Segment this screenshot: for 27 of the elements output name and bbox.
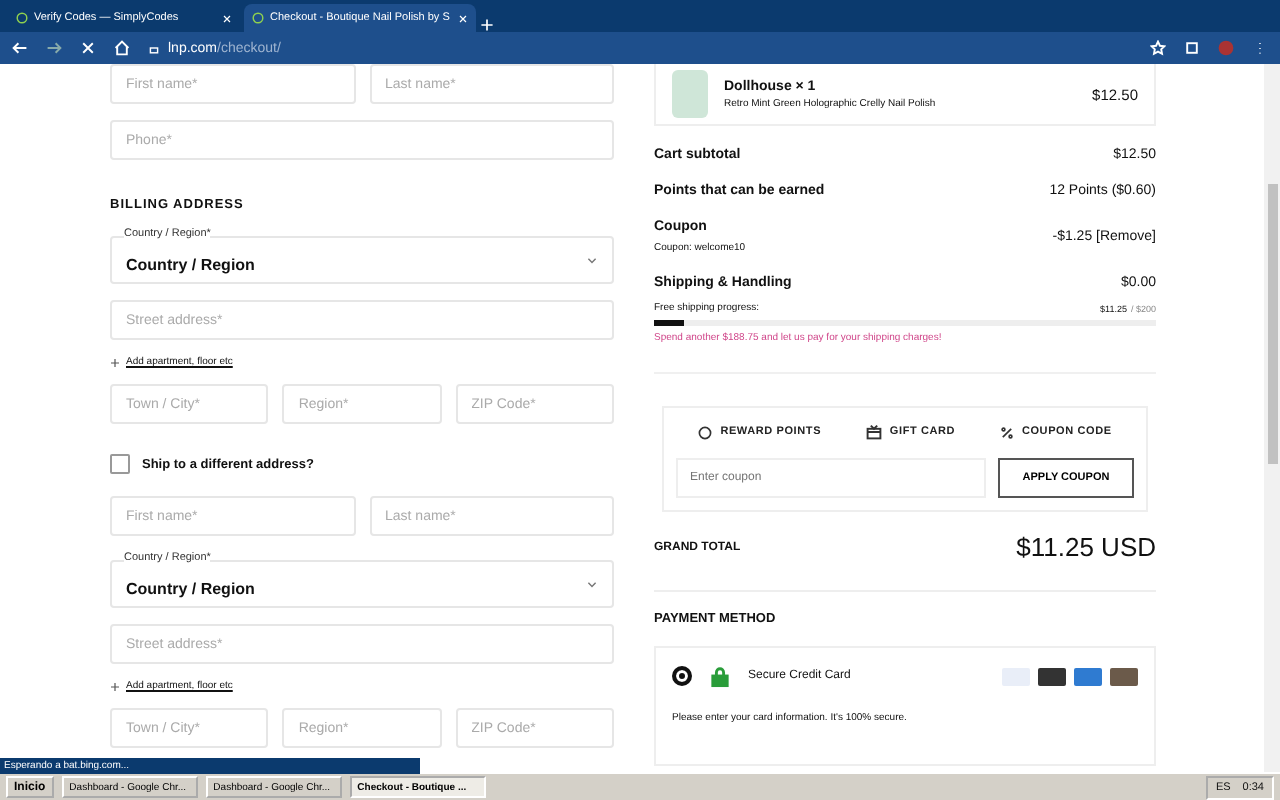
select-value: Country / Region — [126, 255, 255, 273]
scrollbar[interactable] — [1264, 64, 1280, 772]
chevron-down-icon — [586, 578, 598, 590]
grand-total-value: $11.25 USD — [1016, 532, 1156, 562]
close-icon — [222, 13, 232, 23]
back-arrow-icon — [12, 40, 28, 56]
radio-button[interactable] — [672, 666, 692, 686]
star-icon — [1150, 40, 1166, 56]
plus-icon — [110, 681, 120, 691]
circle-icon — [252, 12, 264, 24]
home-icon — [114, 40, 130, 56]
close-icon — [80, 40, 96, 56]
product-photo-placeholder — [672, 70, 708, 118]
gift-card-icon — [865, 424, 882, 440]
percent-icon — [999, 425, 1014, 439]
avatar-icon — [1218, 40, 1234, 56]
card-logo — [1074, 667, 1102, 685]
forward-arrow-icon — [46, 40, 62, 56]
select-value: Country / Region — [126, 579, 255, 597]
circle-icon — [16, 12, 28, 24]
card-logo — [1110, 667, 1138, 685]
close-icon — [458, 13, 468, 23]
checkbox[interactable] — [110, 454, 130, 474]
card-logo — [1038, 667, 1066, 685]
chevron-down-icon — [586, 254, 598, 266]
plus-icon — [480, 18, 494, 32]
plus-icon — [110, 357, 120, 367]
